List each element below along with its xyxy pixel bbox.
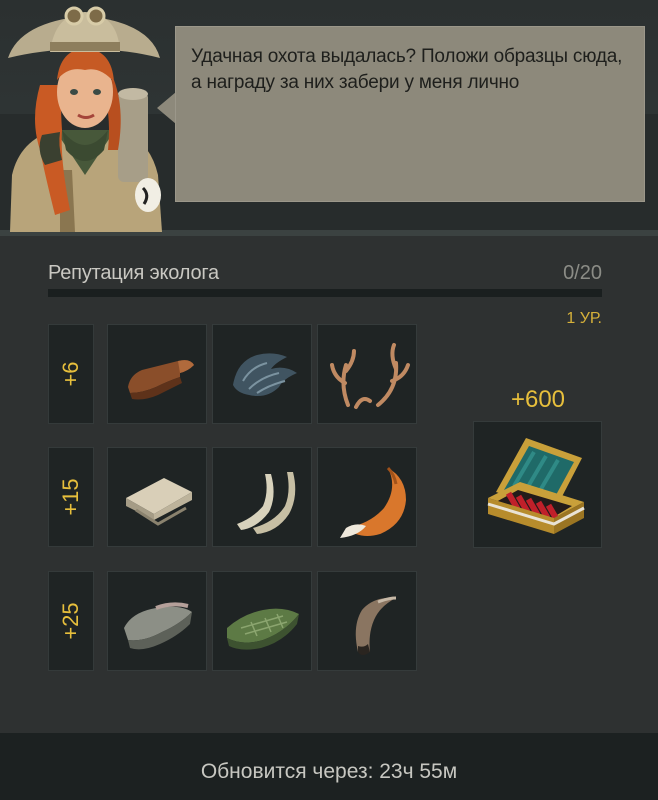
reputation-progress-bar: [48, 289, 602, 297]
item-slot[interactable]: [212, 571, 312, 671]
tier-bonus: +25: [48, 571, 94, 671]
rolled-pelt-icon: [126, 478, 192, 526]
leather-hide-icon: [128, 360, 194, 400]
item-slot[interactable]: [107, 324, 207, 424]
reward-amount: +600: [510, 386, 566, 413]
gray-pelt-icon: [124, 602, 192, 650]
item-slot[interactable]: [317, 324, 417, 424]
green-scaled-hide-icon: [227, 608, 299, 650]
item-slot[interactable]: [212, 324, 312, 424]
tier-bonus: +15: [48, 447, 94, 547]
reward-slot[interactable]: [473, 421, 602, 548]
fox-tail-icon: [340, 466, 406, 538]
item-slot[interactable]: [317, 571, 417, 671]
tusks-icon: [237, 472, 296, 534]
reputation-label: Репутация эколога: [48, 262, 219, 284]
npc-portrait: [0, 0, 170, 232]
item-slot[interactable]: [212, 447, 312, 547]
antlers-icon: [330, 343, 410, 409]
dialog-text: Удачная охота выдалась? Положи образцы с…: [191, 46, 623, 93]
item-slot[interactable]: [107, 571, 207, 671]
reputation-count: 0/20: [563, 262, 602, 284]
tier-bonus: +6: [48, 324, 94, 424]
reputation-level: 1 УР.: [566, 310, 602, 327]
refresh-timer: Обновится через: 23ч 55м: [200, 760, 458, 783]
speech-bubble-tail: [157, 92, 176, 124]
ammo-case-icon: [487, 438, 585, 534]
gray-fur-icon: [233, 353, 297, 396]
item-slot[interactable]: [317, 447, 417, 547]
item-slot[interactable]: [107, 447, 207, 547]
speech-bubble: Удачная охота выдалась? Положи образцы с…: [175, 26, 645, 202]
horn-icon: [355, 596, 397, 655]
